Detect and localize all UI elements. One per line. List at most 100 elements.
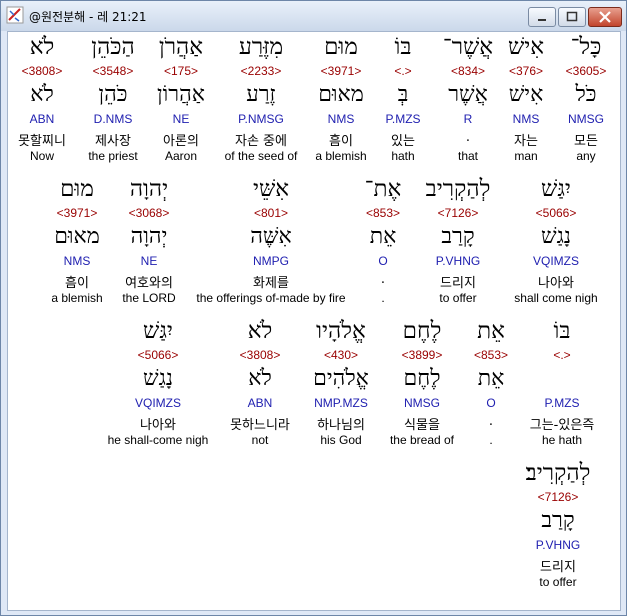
morphology-code: NMPG [253,254,289,268]
english-gloss: the priest [88,149,138,163]
word-column[interactable]: אֶת־ <853> אֵת O . . [358,174,408,310]
morphology-code: NE [140,254,158,268]
word-column[interactable]: הַכֹּהֵן <3548> כֹּהֵן D.NMS 제사장 the pri… [80,32,146,168]
strong-number[interactable]: <175> [148,64,214,78]
word-column[interactable]: יִגַּשׁ <5066> נָגַשׁ VQIMZS 나아와 shall c… [504,174,608,310]
english-gloss: not [251,433,269,447]
strong-number[interactable]: <3068> [116,206,182,220]
hebrew-word: יִגַּשׁ [143,318,173,344]
english-gloss: any [576,149,596,163]
word-column[interactable]: מוּם <3971> מאוּם NMS 흠이 a blemish [308,32,374,168]
hebrew-word: לֶחֶם [402,318,442,344]
english-gloss: the LORD [122,291,176,305]
word-column[interactable]: בּוֹ <.> בְּ P.MZS 있는 hath [378,32,428,168]
morphology-code: O [486,396,496,410]
hebrew-word: אִשֵּׁי [252,176,290,202]
strong-number[interactable]: <.> [524,348,600,362]
minimize-icon [538,19,546,21]
hebrew-word: יִגַּשׁ [541,176,571,202]
strong-number[interactable]: <5066> [100,348,216,362]
korean-gloss: 여호와의 [125,276,173,291]
word-column[interactable]: בּוֹ <.> P.MZS 그는-있은즉 he hath [524,316,600,452]
morphology-code: VQIMZS [134,396,181,410]
strong-number[interactable]: <853> [358,206,408,220]
strong-number[interactable]: <801> [188,206,354,220]
word-column[interactable]: אִישׁ <376> אִישׁ NMS 자는 man [502,32,550,168]
english-gloss: Now [29,149,54,163]
strong-number[interactable]: <430> [304,348,378,362]
word-column[interactable]: אֵת <853> אֵת O . . [466,316,516,452]
strong-number[interactable]: <3808> [222,348,298,362]
english-gloss: he shall-come nigh [107,433,209,447]
strong-number[interactable]: <.> [378,64,428,78]
strong-number[interactable]: <7126> [416,206,500,220]
hebrew-word: בּוֹ [394,34,412,60]
korean-gloss: . [488,414,494,429]
hebrew-word: אֲשֶׁר־ [442,34,494,60]
morphology-code: P.NMSG [238,112,284,126]
hebrew-word: אַהֲרֹן [158,34,204,60]
hebrew-root: נָגַשׁ [541,224,571,249]
strong-number[interactable]: <3548> [80,64,146,78]
english-gloss: that [457,149,478,163]
maximize-button[interactable] [558,7,586,27]
app-window: @원전분해 - 레 21:21 כָּל־ <3605> כֹּל NMSG 모… [0,0,627,616]
korean-gloss: 못할찌니 [18,134,66,149]
korean-gloss: 드리지 [540,560,576,575]
strong-number[interactable]: <2233> [218,64,304,78]
word-column[interactable]: אִשֵּׁי <801> אִשֶּׁה NMPG 화제를 the offer… [188,174,354,310]
word-column[interactable]: מוּם <3971> מאוּם NMS 흠이 a blemish [44,174,110,310]
hebrew-word: אֵת [477,318,505,344]
minimize-button[interactable] [528,7,556,27]
title-bar[interactable]: @원전분해 - 레 21:21 [1,1,626,31]
korean-gloss: 아론의 [163,134,199,149]
korean-gloss: . [465,130,471,145]
strong-number[interactable]: <376> [502,64,550,78]
analysis-pane: כָּל־ <3605> כֹּל NMSG 모든 any אִישׁ <376… [7,31,621,611]
hebrew-word: בּוֹ [553,318,571,344]
word-column[interactable]: אֱלֹהָיו <430> אֱלֹהִים NMP.MZS 하나님의 his… [304,316,378,452]
morphology-code: NMSG [404,396,440,410]
english-gloss: the bread of [389,433,455,447]
strong-number[interactable]: <3605> [554,64,618,78]
strong-number[interactable]: <3899> [382,348,462,362]
korean-gloss: 드리지 [440,276,476,291]
hebrew-root: לֹא [248,366,272,391]
strong-number[interactable]: <3808> [14,64,70,78]
word-column[interactable]: כָּל־ <3605> כֹּל NMSG 모든 any [554,32,618,168]
hebrew-root: אִישׁ [508,82,544,107]
strong-number[interactable]: <853> [466,348,516,362]
word-column[interactable]: יְהוָה <3068> יְהוָה NE 여호와의 the LORD [116,174,182,310]
strong-number[interactable]: <834> [438,64,498,78]
strong-number[interactable]: <5066> [504,206,608,220]
hebrew-root: כֹּל [575,82,597,107]
english-gloss: of the seed of [224,149,298,163]
english-gloss: hath [391,149,415,163]
word-column[interactable]: לֹא <3808> לֹא ABN 못하느니라 not [222,316,298,452]
hebrew-word: הַכֹּהֵן [91,34,135,60]
morphology-code: NE [172,112,190,126]
hebrew-word: מוּם [324,34,358,60]
strong-number[interactable]: <3971> [44,206,110,220]
hebrew-word: לֹא [29,34,55,60]
korean-gloss: 하나님의 [317,418,365,433]
english-gloss: to offer [439,291,477,305]
word-column[interactable]: לְהַקְרִיב <7126> קָרַב P.VHNG 드리지 to of… [416,174,500,310]
word-column[interactable]: יִגַּשׁ <5066> נָגַשׁ VQIMZS 나아와 he shal… [100,316,216,452]
word-column[interactable]: לֶחֶם <3899> לֶחֶם NMSG 식물을 the bread of [382,316,462,452]
strong-number[interactable]: <3971> [308,64,374,78]
close-button[interactable] [588,7,622,27]
morphology-code: NMS [327,112,355,126]
app-icon [6,6,24,24]
maximize-icon [566,11,578,22]
word-column[interactable]: אַהֲרֹן <175> אַהֲרוֹן NE 아론의 Aaron [148,32,214,168]
morphology-code: P.VHNG [435,254,481,268]
english-gloss: his God [320,433,362,447]
hebrew-word: לְהַקְרִיב [425,176,491,202]
word-column[interactable]: לְהַקְרִיב׃ <7126> קָרַב P.VHNG 드리지 to o… [512,458,604,594]
strong-number[interactable]: <7126> [512,490,604,504]
word-column[interactable]: אֲשֶׁר־ <834> אֲשֶׁר R . that [438,32,498,168]
word-column[interactable]: מִזֶּרַע <2233> זֶרַע P.NMSG 자손 중에 of th… [218,32,304,168]
word-column[interactable]: לֹא <3808> לֹא ABN 못할찌니 Now [14,32,70,168]
korean-gloss: 못하느니라 [230,418,290,433]
